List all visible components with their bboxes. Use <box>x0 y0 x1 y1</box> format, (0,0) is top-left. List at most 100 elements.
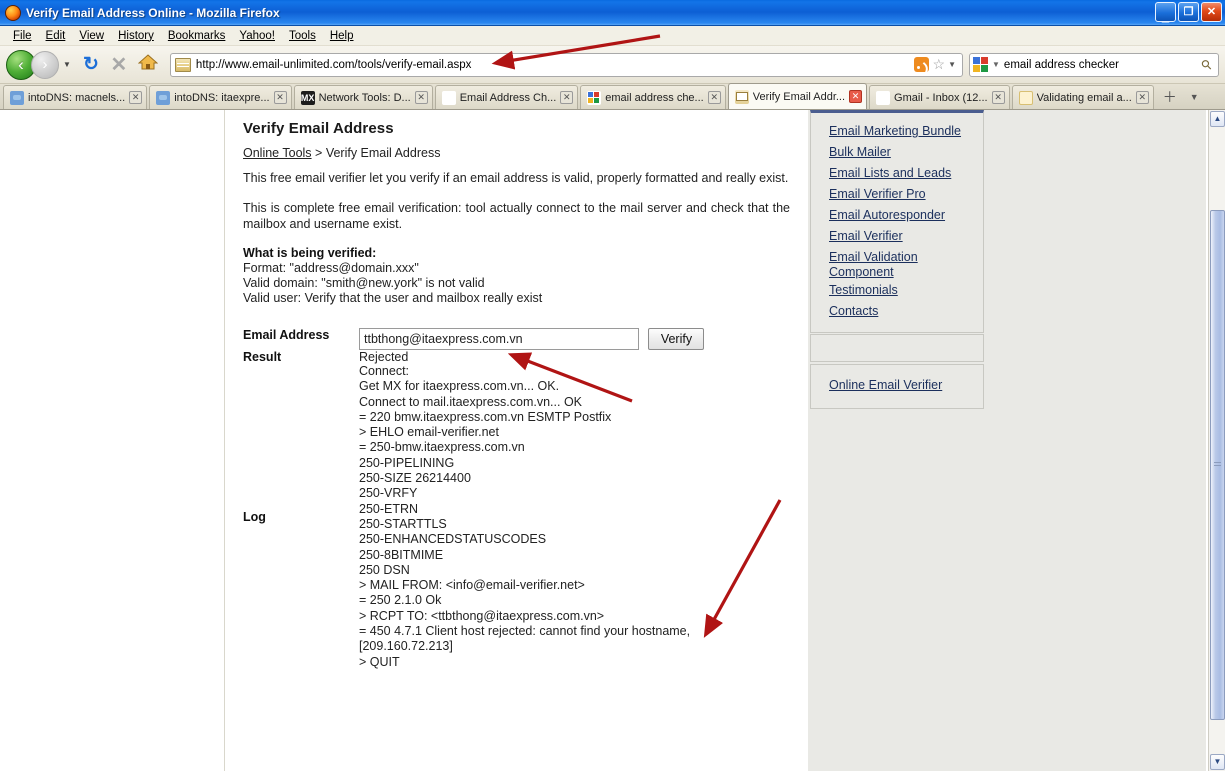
breadcrumb-link-online-tools[interactable]: Online Tools <box>243 146 312 160</box>
maximize-button[interactable]: ❐ <box>1178 2 1199 22</box>
sidebar-link-email-verifier[interactable]: Email Verifier <box>811 226 983 247</box>
tab-network-tools[interactable]: MX Network Tools: D... ✕ <box>293 85 433 109</box>
verified-line-domain: Valid domain: "smith@new.york" is not va… <box>243 276 485 290</box>
close-button[interactable]: ✕ <box>1201 2 1222 22</box>
tab-bar: intoDNS: macnels... ✕ intoDNS: itaexpre.… <box>0 83 1225 110</box>
dns-icon <box>10 90 24 105</box>
sidebar-link-bulk-mailer[interactable]: Bulk Mailer <box>811 142 983 163</box>
scroll-up-icon[interactable]: ▲ <box>1210 111 1225 127</box>
tab-intodns-itaexpress[interactable]: intoDNS: itaexpre... ✕ <box>149 85 292 109</box>
bookmark-star-icon[interactable]: ☆ <box>933 56 946 73</box>
result-label: Result <box>243 350 282 364</box>
log-cell: Connect: Get MX for itaexpress.com.vn...… <box>359 364 790 670</box>
page-sidebar: Email Marketing Bundle Bulk Mailer Email… <box>808 110 1206 771</box>
menu-item-view[interactable]: View <box>72 28 111 44</box>
stop-icon[interactable]: ✕ <box>106 52 132 77</box>
sidebar-link-testimonials[interactable]: Testimonials <box>811 280 983 301</box>
page-main-content: Verify Email Address Online Tools > Veri… <box>225 110 808 771</box>
tab-close-icon[interactable]: ✕ <box>560 91 574 104</box>
menu-item-edit[interactable]: Edit <box>39 28 73 44</box>
tab-close-icon[interactable]: ✕ <box>1135 91 1149 104</box>
log-row: Log Connect: Get MX for itaexpress.com.v… <box>243 364 790 670</box>
scroll-down-icon[interactable]: ▼ <box>1210 754 1225 770</box>
result-value: Rejected <box>359 350 409 364</box>
menu-item-file[interactable]: File <box>6 28 39 44</box>
new-tab-button[interactable]: ＋ <box>1156 85 1184 109</box>
verify-button[interactable]: Verify <box>648 328 705 350</box>
intro-paragraph-2: This is complete free email verification… <box>243 201 790 231</box>
menu-item-history[interactable]: History <box>111 28 161 44</box>
sidebar-link-email-lists-and-leads[interactable]: Email Lists and Leads <box>811 163 983 184</box>
rss-feed-icon[interactable] <box>913 57 929 72</box>
search-bar[interactable]: ▼ email address checker ⚲ <box>969 52 1219 77</box>
tab-close-icon[interactable]: ✕ <box>414 91 428 104</box>
tab-close-icon[interactable]: ✕ <box>707 91 721 104</box>
window-title: Verify Email Address Online - Mozilla Fi… <box>26 5 280 20</box>
tab-close-icon[interactable]: ✕ <box>991 91 1005 104</box>
menu-item-tools[interactable]: Tools <box>282 28 323 44</box>
home-glyph <box>137 54 159 70</box>
window-titlebar: Verify Email Address Online - Mozilla Fi… <box>0 0 1225 26</box>
scrollbar-thumb[interactable] <box>1210 210 1225 720</box>
verified-line-user: Valid user: Verify that the user and mai… <box>243 291 543 305</box>
breadcrumb-separator: > <box>311 146 326 160</box>
tab-close-icon[interactable]: ✕ <box>273 91 287 104</box>
firefox-logo-icon <box>5 4 21 21</box>
intro-paragraph-1: This free email verifier let you verify … <box>243 171 789 185</box>
tab-email-address-checker[interactable]: 57 Email Address Ch... ✕ <box>434 85 579 109</box>
email-input[interactable] <box>359 328 639 350</box>
network-tools-icon: MX <box>300 90 315 105</box>
tab-email-address-che-google[interactable]: email address che... ✕ <box>580 85 726 109</box>
sidebar-link-email-marketing-bundle[interactable]: Email Marketing Bundle <box>811 121 983 142</box>
log-label: Log <box>243 509 266 524</box>
tab-intodns-macnels[interactable]: intoDNS: macnels... ✕ <box>3 85 148 109</box>
sidebar-link-email-validation-component[interactable]: Email Validation Component <box>811 247 983 280</box>
page-left-margin <box>0 110 225 771</box>
menu-item-yahoo[interactable]: Yahoo! <box>232 28 282 44</box>
search-engine-dropdown-icon[interactable]: ▼ <box>992 60 1000 69</box>
page-viewport: Verify Email Address Online Tools > Veri… <box>0 110 1225 771</box>
page-title: Verify Email Address <box>243 120 394 137</box>
dns-icon <box>156 90 171 105</box>
reload-icon[interactable]: ↻ <box>78 53 104 76</box>
home-icon[interactable] <box>134 53 162 76</box>
urlbar-dropdown-icon[interactable]: ▼ <box>948 60 956 69</box>
minimize-button[interactable]: _ <box>1155 2 1176 23</box>
sidebar-link-online-email-verifier[interactable]: Online Email Verifier <box>811 375 983 396</box>
forward-button[interactable]: › <box>31 50 59 79</box>
url-bar[interactable]: http://www.email-unlimited.com/tools/ver… <box>169 52 963 77</box>
page-favicon-icon <box>174 57 191 72</box>
page-vertical-scrollbar[interactable]: ▲ ▼ <box>1208 110 1225 771</box>
sidebar-link-contacts[interactable]: Contacts <box>811 301 983 322</box>
verify-email-icon <box>734 89 749 104</box>
breadcrumb: Online Tools > Verify Email Address <box>243 146 790 160</box>
menu-item-bookmarks[interactable]: Bookmarks <box>161 28 233 44</box>
email-row: Email Address Verify <box>243 328 790 350</box>
email-address-label: Email Address <box>243 328 330 342</box>
breadcrumb-current: Verify Email Address <box>325 146 441 160</box>
google-search-engine-icon[interactable] <box>973 56 990 73</box>
result-row: Result Rejected <box>243 350 790 364</box>
tab-validating-email[interactable]: Validating email a... ✕ <box>1011 85 1154 109</box>
google-icon <box>587 90 602 105</box>
email-checker-icon: 57 <box>441 90 456 105</box>
sidebar-link-email-verifier-pro[interactable]: Email Verifier Pro <box>811 184 983 205</box>
sidebar-link-email-autoresponder[interactable]: Email Autoresponder <box>811 205 983 226</box>
tab-close-icon[interactable]: ✕ <box>849 90 863 103</box>
what-is-verified-heading: What is being verified: <box>243 246 377 260</box>
tab-close-icon[interactable]: ✕ <box>129 91 143 104</box>
gmail-icon: M <box>876 90 891 105</box>
tab-list-dropdown-icon[interactable]: ▼ <box>1184 85 1205 109</box>
sidebar-secondary-box: Online Email Verifier <box>810 364 984 409</box>
sidebar-spacer-box <box>810 334 984 362</box>
tab-gmail-inbox[interactable]: M Gmail - Inbox (12... ✕ <box>869 85 1010 109</box>
verify-form: Email Address Verify Result Rejected Log… <box>243 328 790 670</box>
window-controls: _ ❐ ✕ <box>1155 2 1222 23</box>
validating-icon <box>1018 90 1033 105</box>
menu-item-help[interactable]: Help <box>323 28 361 44</box>
search-input[interactable]: email address checker <box>1004 59 1203 71</box>
tab-verify-email-address[interactable]: Verify Email Addr... ✕ <box>727 83 868 109</box>
sidebar-links-box: Email Marketing Bundle Bulk Mailer Email… <box>810 110 984 333</box>
history-dropdown-icon[interactable]: ▼ <box>63 60 71 69</box>
search-icon[interactable]: ⚲ <box>1198 55 1216 73</box>
